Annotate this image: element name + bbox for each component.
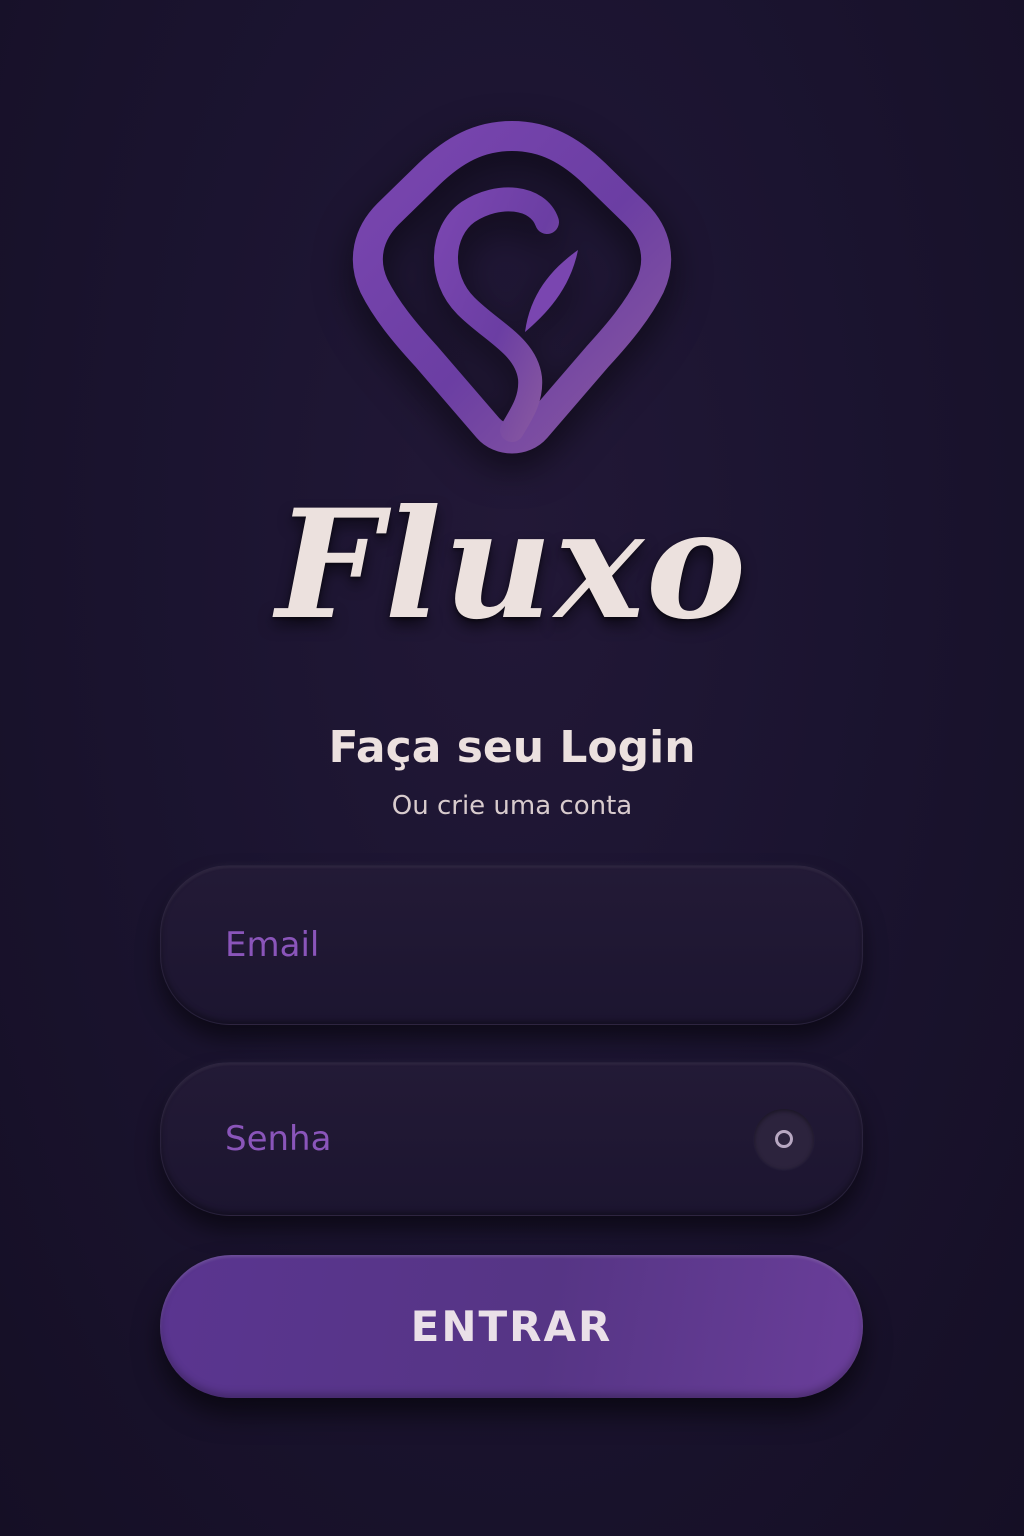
eye-toggle-icon[interactable]: [754, 1109, 814, 1169]
email-field: [160, 865, 863, 1025]
login-title: Faça seu Login: [328, 722, 696, 773]
password-input[interactable]: [225, 1063, 785, 1215]
eye-ring-icon: [775, 1130, 793, 1148]
login-screen: Fluxo Faça seu Login Ou crie uma conta E…: [0, 0, 1024, 1536]
login-button[interactable]: ENTRAR: [160, 1255, 863, 1398]
app-wordmark: Fluxo: [275, 477, 748, 653]
email-input[interactable]: [225, 866, 785, 1024]
password-field: [160, 1062, 863, 1216]
fluxo-logo-icon: [340, 110, 684, 480]
create-account-link[interactable]: Ou crie uma conta: [0, 786, 1024, 826]
